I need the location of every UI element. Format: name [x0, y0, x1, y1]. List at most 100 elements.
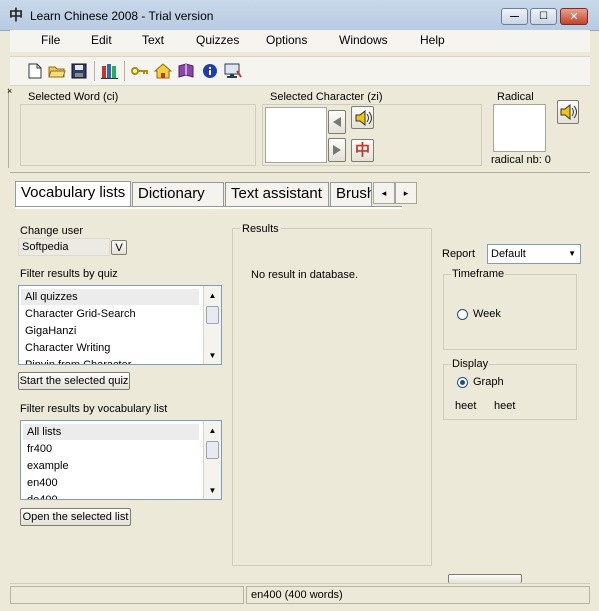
scroll-up-icon[interactable]: ▲ — [204, 287, 221, 303]
tab-text-assistant[interactable]: Text assistant — [225, 182, 329, 206]
report-select[interactable]: Default ▼ — [487, 244, 581, 264]
scroll-thumb[interactable] — [206, 441, 219, 459]
books-icon[interactable] — [100, 61, 120, 81]
scroll-down-icon[interactable]: ▼ — [204, 482, 221, 498]
change-user-label: Change user — [20, 225, 83, 237]
info-icon[interactable] — [200, 61, 220, 81]
scroll-up-icon[interactable]: ▲ — [204, 422, 221, 438]
list-item[interactable]: Character Grid-Search — [25, 306, 136, 322]
user-field[interactable]: Softpedia — [18, 238, 110, 256]
next-character-button[interactable] — [328, 138, 346, 162]
minimize-button[interactable]: — — [501, 8, 528, 25]
pin-icon[interactable]: × — [7, 86, 12, 96]
bottom-button[interactable] — [448, 574, 522, 583]
divider — [10, 172, 590, 173]
speak-character-button[interactable] — [351, 106, 374, 129]
menu-windows[interactable]: Windows — [339, 33, 388, 47]
quiz-list[interactable]: All quizzes Character Grid-Search GigaHa… — [18, 285, 222, 365]
open-folder-icon[interactable] — [47, 61, 67, 81]
radical-box — [493, 104, 546, 152]
tab-scroll-right-button[interactable]: ▸ — [395, 182, 417, 204]
radical-number: radical nb: 0 — [491, 154, 551, 166]
close-button[interactable]: ✕ — [560, 8, 588, 25]
filter-vocab-label: Filter results by vocabulary list — [20, 403, 168, 415]
list-item[interactable]: example — [27, 458, 69, 474]
user-value: Softpedia — [22, 241, 69, 253]
toolbar-separator — [94, 61, 95, 81]
tab-scroll-left-button[interactable]: ◂ — [373, 182, 395, 204]
status-cell-left — [10, 586, 244, 604]
user-dropdown-button[interactable]: V — [111, 240, 127, 255]
list-item[interactable]: Character Writing — [25, 340, 110, 356]
results-label: Results — [240, 223, 281, 235]
tab-underline — [15, 206, 402, 209]
vocab-list[interactable]: All lists fr400 example en400 de400 ▲ ▼ — [20, 420, 222, 500]
status-cell-right: en400 (400 words) — [246, 586, 590, 604]
speaker-icon — [560, 104, 577, 120]
maximize-button[interactable]: ☐ — [530, 8, 557, 25]
week-radio[interactable] — [457, 309, 468, 320]
open-list-button[interactable]: Open the selected list — [20, 508, 131, 526]
report-label: Report — [442, 248, 476, 260]
toolbar — [10, 56, 590, 86]
menu-text[interactable]: Text — [142, 33, 164, 47]
week-label: Week — [473, 308, 501, 320]
tab-vocabulary-lists[interactable]: Vocabulary lists — [15, 181, 131, 207]
speak-radical-button[interactable] — [557, 100, 579, 124]
graph-radio[interactable] — [457, 377, 468, 388]
display-label: Display — [451, 358, 490, 370]
graph-label: Graph — [473, 376, 504, 388]
results-empty-text: No result in database. — [251, 269, 359, 281]
chinese-character-button[interactable]: 中 — [351, 139, 374, 162]
speaker-icon — [355, 109, 372, 126]
list-item[interactable]: All quizzes — [21, 289, 199, 305]
key-icon[interactable] — [130, 61, 150, 81]
menu-help[interactable]: Help — [420, 33, 445, 47]
selected-word-label: Selected Word (ci) — [28, 91, 119, 103]
report-value: Default — [491, 248, 526, 260]
close-icon: ✕ — [569, 11, 579, 23]
new-document-icon[interactable] — [25, 61, 45, 81]
save-disk-icon[interactable] — [69, 61, 89, 81]
list-item[interactable]: fr400 — [27, 441, 52, 457]
list-item[interactable]: GigaHanzi — [25, 323, 76, 339]
menu-quizzes[interactable]: Quizzes — [196, 33, 239, 47]
tab-left-arrow-icon: ◂ — [381, 187, 387, 198]
filter-quiz-label: Filter results by quiz — [20, 268, 118, 280]
list-item[interactable]: en400 — [27, 475, 58, 491]
vocab-list-scrollbar[interactable]: ▲ ▼ — [203, 421, 221, 499]
tab-brush[interactable]: Brush — [330, 182, 372, 206]
app-icon: 中 — [9, 7, 23, 23]
tab-right-arrow-icon: ▸ — [403, 187, 409, 198]
home-icon[interactable] — [153, 61, 173, 81]
selected-character-box — [265, 107, 327, 163]
window-title: Learn Chinese 2008 - Trial version — [30, 9, 214, 23]
sheet-option-2[interactable]: heet — [494, 400, 515, 412]
list-item[interactable]: All lists — [23, 424, 199, 440]
menu-edit[interactable]: Edit — [91, 33, 112, 47]
tab-strip: Vocabulary lists Dictionary Text assista… — [15, 181, 417, 207]
previous-character-button[interactable] — [328, 110, 346, 134]
menu-file[interactable]: File — [41, 33, 60, 47]
sheet-option-1[interactable]: heet — [455, 400, 476, 412]
status-bar: en400 (400 words) — [10, 583, 590, 606]
list-item[interactable]: de400 — [27, 492, 58, 499]
quiz-list-scrollbar[interactable]: ▲ ▼ — [203, 286, 221, 364]
maximize-icon: ☐ — [539, 11, 548, 22]
tab-dictionary[interactable]: Dictionary — [132, 182, 224, 206]
book-icon[interactable] — [176, 61, 196, 81]
zhong-glyph-icon: 中 — [354, 142, 370, 159]
monitor-icon[interactable] — [223, 61, 243, 81]
scroll-thumb[interactable] — [206, 306, 219, 324]
menu-options[interactable]: Options — [266, 33, 307, 47]
title-bar: 中 Learn Chinese 2008 - Trial version — ☐… — [0, 0, 599, 31]
panel-grip[interactable]: × — [7, 86, 16, 168]
selected-word-box — [20, 104, 256, 166]
start-quiz-button[interactable]: Start the selected quiz — [18, 372, 130, 390]
scroll-down-icon[interactable]: ▼ — [204, 347, 221, 363]
list-item[interactable]: Pinyin from Character — [25, 357, 131, 364]
left-triangle-icon — [333, 117, 341, 127]
radical-label: Radical — [497, 91, 534, 103]
status-text: en400 (400 words) — [251, 589, 343, 601]
menu-bar: File Edit Text Quizzes Options Windows H… — [10, 30, 590, 52]
